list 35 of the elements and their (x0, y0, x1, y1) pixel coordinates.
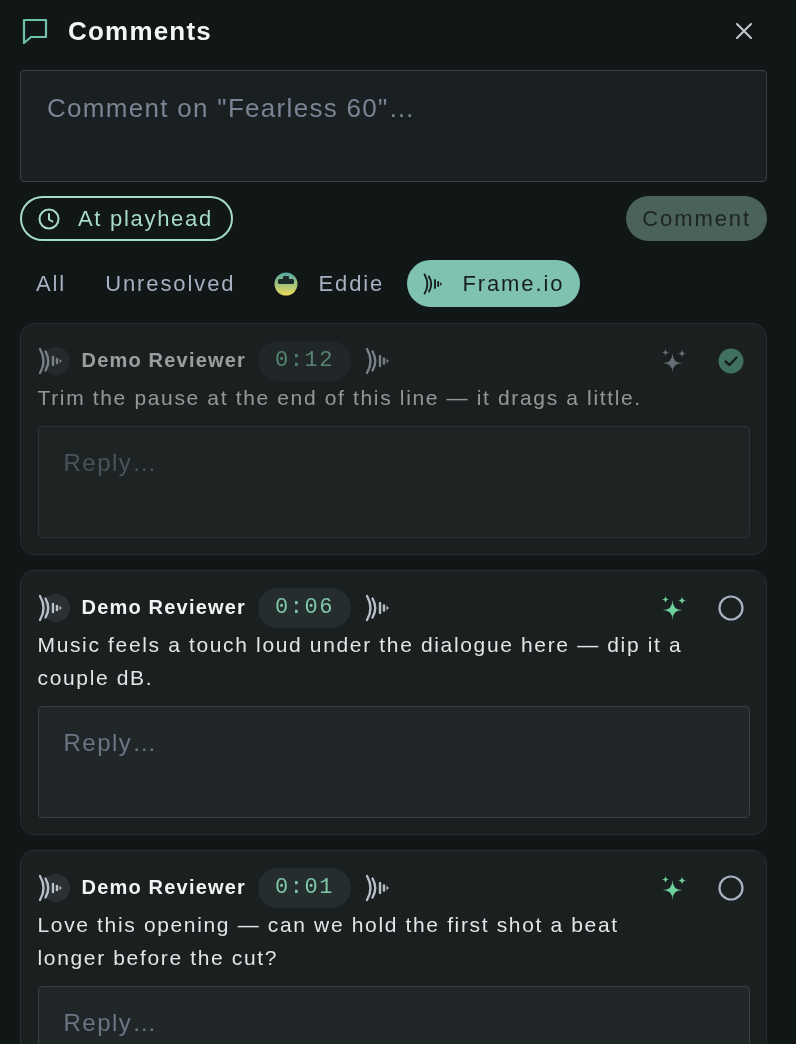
author-name: Demo Reviewer (81, 349, 247, 372)
waveform-icon (364, 592, 389, 623)
circle-icon[interactable] (717, 874, 744, 901)
avatar-icon (37, 871, 70, 904)
filter-tab[interactable]: Unresolved (89, 260, 252, 307)
chat-icon (22, 18, 48, 44)
avatar-icon (37, 344, 70, 377)
timestamp-chip[interactable]: 0:06 (258, 587, 351, 628)
waveform-icon (364, 345, 389, 376)
waveform-icon (423, 271, 443, 296)
reply-input[interactable]: Reply… (37, 705, 750, 818)
author-name: Demo Reviewer (81, 876, 247, 899)
sparkle-icon[interactable] (660, 874, 687, 901)
close-icon (736, 23, 752, 39)
panel-title: Comments (68, 15, 213, 47)
sparkle-icon[interactable] (660, 594, 687, 621)
check-circle-icon[interactable] (717, 347, 744, 374)
author-name: Demo Reviewer (81, 596, 247, 619)
timestamp-chip[interactable]: 0:01 (258, 867, 351, 908)
clock-icon (38, 207, 60, 230)
comment-input[interactable]: Comment on "Fearless 60"… (20, 70, 767, 182)
at-playhead-button[interactable]: At playhead (20, 196, 233, 241)
waveform-icon (364, 872, 389, 903)
reply-input[interactable]: Reply… (37, 425, 750, 538)
comment-text: Love this opening — can we hold the first shot a beat longer before the cut? (37, 911, 620, 971)
comment-text: Music feels a touch loud under the dialogue here — dip it a couple dB. (37, 631, 684, 691)
filter-tab[interactable]: All (20, 260, 83, 307)
filter-tab[interactable]: Eddie (258, 260, 401, 307)
reply-input[interactable]: Reply… (37, 985, 750, 1044)
avatar-icon (37, 591, 70, 624)
timestamp-chip[interactable]: 0:12 (258, 340, 351, 381)
circle-icon[interactable] (717, 594, 744, 621)
avatar-icon (274, 271, 299, 296)
filter-tab[interactable]: Frame.io (407, 260, 581, 307)
comment-text: Trim the pause at the end of this line — it drags a little. (37, 384, 643, 411)
